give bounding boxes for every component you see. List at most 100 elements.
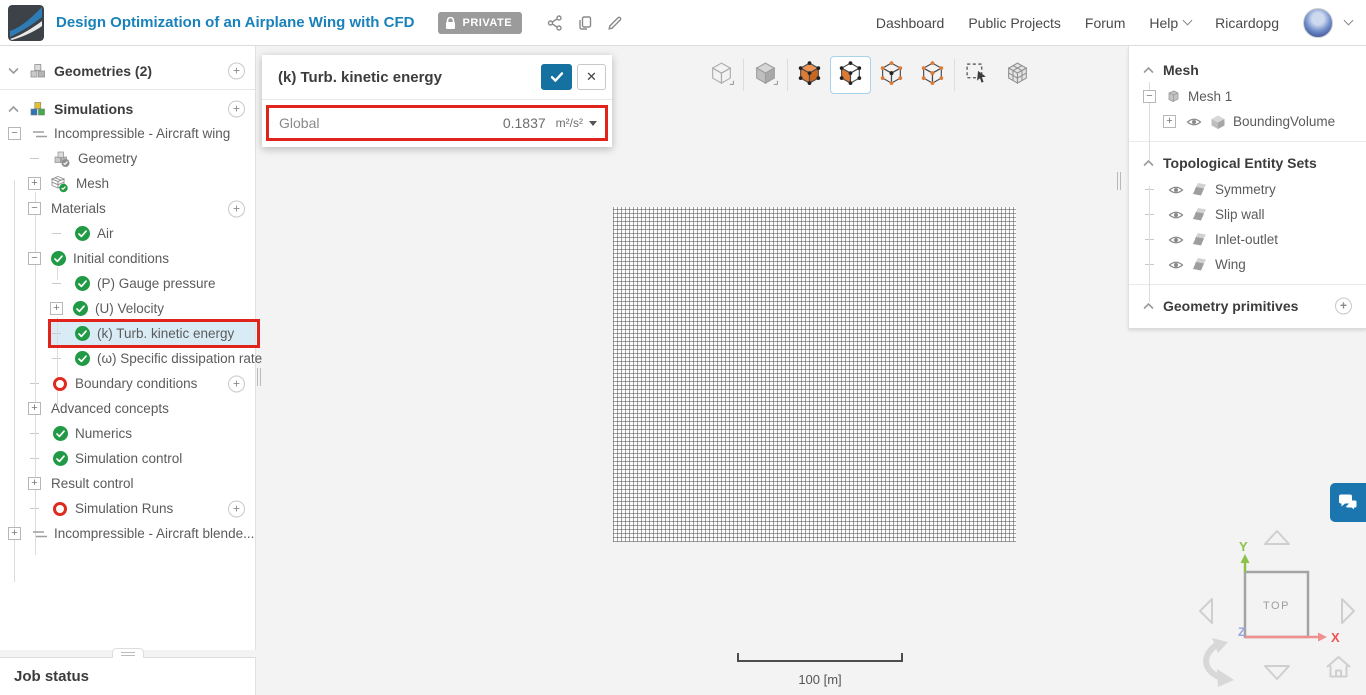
rotate-down-arrow[interactable] bbox=[1264, 665, 1290, 680]
scene-row-wing[interactable]: Wing bbox=[1129, 252, 1366, 277]
visibility-eye-icon[interactable] bbox=[1168, 209, 1184, 221]
scene-row-inlet-outlet[interactable]: Inlet-outlet bbox=[1129, 227, 1366, 252]
tree-row-u-velocity[interactable]: + (U) Velocity bbox=[0, 296, 255, 321]
expand-toggle[interactable]: + bbox=[28, 177, 41, 190]
tree-row-advanced-concepts[interactable]: + Advanced concepts bbox=[0, 396, 255, 421]
select-vertex-icon bbox=[879, 60, 905, 91]
close-button[interactable]: ✕ bbox=[577, 64, 606, 90]
section-header-geometry-primitives[interactable]: Geometry primitives + bbox=[1129, 292, 1366, 320]
chevron-up-icon[interactable] bbox=[8, 105, 19, 113]
field-value-input[interactable]: 0.1837 bbox=[503, 115, 546, 131]
chevron-down-icon[interactable] bbox=[8, 67, 19, 75]
scene-row-boundingvolume[interactable]: + BoundingVolume bbox=[1129, 109, 1366, 134]
box-select-tool[interactable] bbox=[956, 56, 997, 94]
select-volume-tool[interactable] bbox=[789, 56, 830, 94]
tree-row-incompressible-aircraft-blende[interactable]: + Incompressible - Aircraft blende... bbox=[0, 521, 255, 546]
tree-row-mesh[interactable]: + Mesh bbox=[0, 171, 255, 196]
field-unit: m²/s² bbox=[555, 116, 583, 130]
expand-toggle[interactable]: + bbox=[28, 477, 41, 490]
copy-icon[interactable] bbox=[570, 8, 600, 38]
tree-row-simulation-runs[interactable]: Simulation Runs + bbox=[0, 496, 255, 521]
visibility-eye-icon[interactable] bbox=[1168, 234, 1184, 246]
tree-row-air[interactable]: Air bbox=[0, 221, 255, 246]
job-status-collapse-handle[interactable] bbox=[112, 648, 144, 658]
select-edge-tool[interactable] bbox=[912, 56, 953, 94]
confirm-button[interactable] bbox=[541, 64, 572, 90]
tree-row-p-gauge-pressure[interactable]: (P) Gauge pressure bbox=[0, 271, 255, 296]
share-icon[interactable] bbox=[540, 8, 570, 38]
view-wireframe-tool[interactable] bbox=[701, 56, 742, 94]
mesh-render[interactable] bbox=[613, 207, 1016, 542]
tree-row-boundary-conditions[interactable]: Boundary conditions + bbox=[0, 371, 255, 396]
nav-forum[interactable]: Forum bbox=[1085, 15, 1125, 31]
add-button[interactable]: + bbox=[228, 200, 245, 217]
rotate-left-arrow[interactable] bbox=[1199, 598, 1213, 624]
tree-row-simulations[interactable]: Simulations + bbox=[0, 96, 255, 121]
tree-row-numerics[interactable]: Numerics bbox=[0, 421, 255, 446]
collapse-toggle[interactable]: − bbox=[28, 252, 41, 265]
tree-connector-line bbox=[1149, 186, 1150, 302]
tree-row-specific-dissipation-rate[interactable]: (ω) Specific dissipation rate bbox=[0, 346, 262, 371]
expand-toggle[interactable]: + bbox=[28, 402, 41, 415]
tree-row-geometries-2[interactable]: Geometries (2) + bbox=[0, 58, 255, 83]
chevron-up-icon[interactable] bbox=[1143, 302, 1154, 310]
add-button[interactable]: + bbox=[228, 500, 245, 517]
user-menu-chevron-icon[interactable] bbox=[1343, 15, 1354, 26]
tree-row-label: (ω) Specific dissipation rate bbox=[97, 351, 263, 366]
nav-public-projects[interactable]: Public Projects bbox=[968, 15, 1061, 31]
rotate-up-arrow[interactable] bbox=[1264, 530, 1290, 545]
collapse-toggle[interactable]: − bbox=[8, 127, 21, 140]
tree-row-incompressible-aircraft-wing[interactable]: − Incompressible - Aircraft wing bbox=[0, 121, 255, 146]
tree-row-label: Simulation Runs bbox=[75, 501, 174, 516]
add-button[interactable]: + bbox=[228, 62, 245, 79]
job-status-bar[interactable]: Job status bbox=[0, 657, 256, 695]
add-button[interactable]: + bbox=[228, 100, 245, 117]
settings-panel: (k) Turb. kinetic energy ✕ Global 0.1837… bbox=[262, 55, 612, 147]
visibility-eye-icon[interactable] bbox=[1168, 184, 1184, 196]
select-vertex-tool[interactable] bbox=[871, 56, 912, 94]
scene-row-mesh-1[interactable]: − Mesh 1 bbox=[1129, 84, 1366, 109]
select-face-tool[interactable] bbox=[830, 56, 871, 94]
rotate-right-arrow[interactable] bbox=[1341, 598, 1355, 624]
chevron-up-icon[interactable] bbox=[1143, 159, 1154, 167]
cube-solid-icon bbox=[1210, 114, 1226, 130]
sidebar-resize-handle[interactable] bbox=[257, 368, 261, 386]
status-ok-icon bbox=[51, 251, 66, 266]
add-button[interactable]: + bbox=[1335, 297, 1352, 315]
app-logo-icon[interactable] bbox=[8, 4, 44, 41]
home-view-icon[interactable] bbox=[1326, 656, 1351, 678]
project-title[interactable]: Design Optimization of an Airplane Wing … bbox=[56, 14, 414, 31]
expand-toggle[interactable]: + bbox=[1163, 115, 1176, 128]
section-header-topological-entity-sets[interactable]: Topological Entity Sets bbox=[1129, 149, 1366, 177]
support-chat-button[interactable] bbox=[1330, 483, 1366, 522]
tree-row-initial-conditions[interactable]: − Initial conditions bbox=[0, 246, 255, 271]
select-mesh-tool[interactable] bbox=[997, 56, 1038, 94]
collapse-toggle[interactable]: − bbox=[28, 202, 41, 215]
chevron-up-icon[interactable] bbox=[1143, 66, 1154, 74]
section-header-mesh[interactable]: Mesh bbox=[1129, 56, 1366, 84]
visibility-eye-icon[interactable] bbox=[1168, 259, 1184, 271]
scene-row-symmetry[interactable]: Symmetry bbox=[1129, 177, 1366, 202]
avatar[interactable] bbox=[1303, 7, 1333, 38]
face-set-icon bbox=[1192, 207, 1208, 222]
unit-dropdown-icon[interactable] bbox=[589, 120, 597, 126]
nav-dashboard[interactable]: Dashboard bbox=[876, 15, 945, 31]
tree-row-k-turb-kinetic-energy[interactable]: (k) Turb. kinetic energy bbox=[0, 319, 260, 348]
nav-help[interactable]: Help bbox=[1149, 15, 1193, 31]
add-button[interactable]: + bbox=[228, 375, 245, 392]
scene-row-slip-wall[interactable]: Slip wall bbox=[1129, 202, 1366, 227]
view-solid-tool[interactable] bbox=[745, 56, 786, 94]
username[interactable]: Ricardopg bbox=[1215, 15, 1279, 31]
expand-toggle[interactable]: + bbox=[8, 527, 21, 540]
tree-row-geometry[interactable]: Geometry bbox=[0, 146, 255, 171]
scene-panel-resize-handle[interactable] bbox=[1117, 172, 1121, 190]
tree-row-simulation-control[interactable]: Simulation control bbox=[0, 446, 255, 471]
tree-connector-line bbox=[57, 267, 58, 280]
tree-row-materials[interactable]: − Materials + bbox=[0, 196, 255, 221]
visibility-eye-icon[interactable] bbox=[1186, 116, 1202, 128]
tree-row-result-control[interactable]: + Result control bbox=[0, 471, 255, 496]
collapse-toggle[interactable]: − bbox=[1143, 90, 1156, 103]
expand-toggle[interactable]: + bbox=[50, 302, 63, 315]
edit-icon[interactable] bbox=[600, 8, 630, 38]
rotate-gesture-arrowhead bbox=[1217, 669, 1234, 687]
